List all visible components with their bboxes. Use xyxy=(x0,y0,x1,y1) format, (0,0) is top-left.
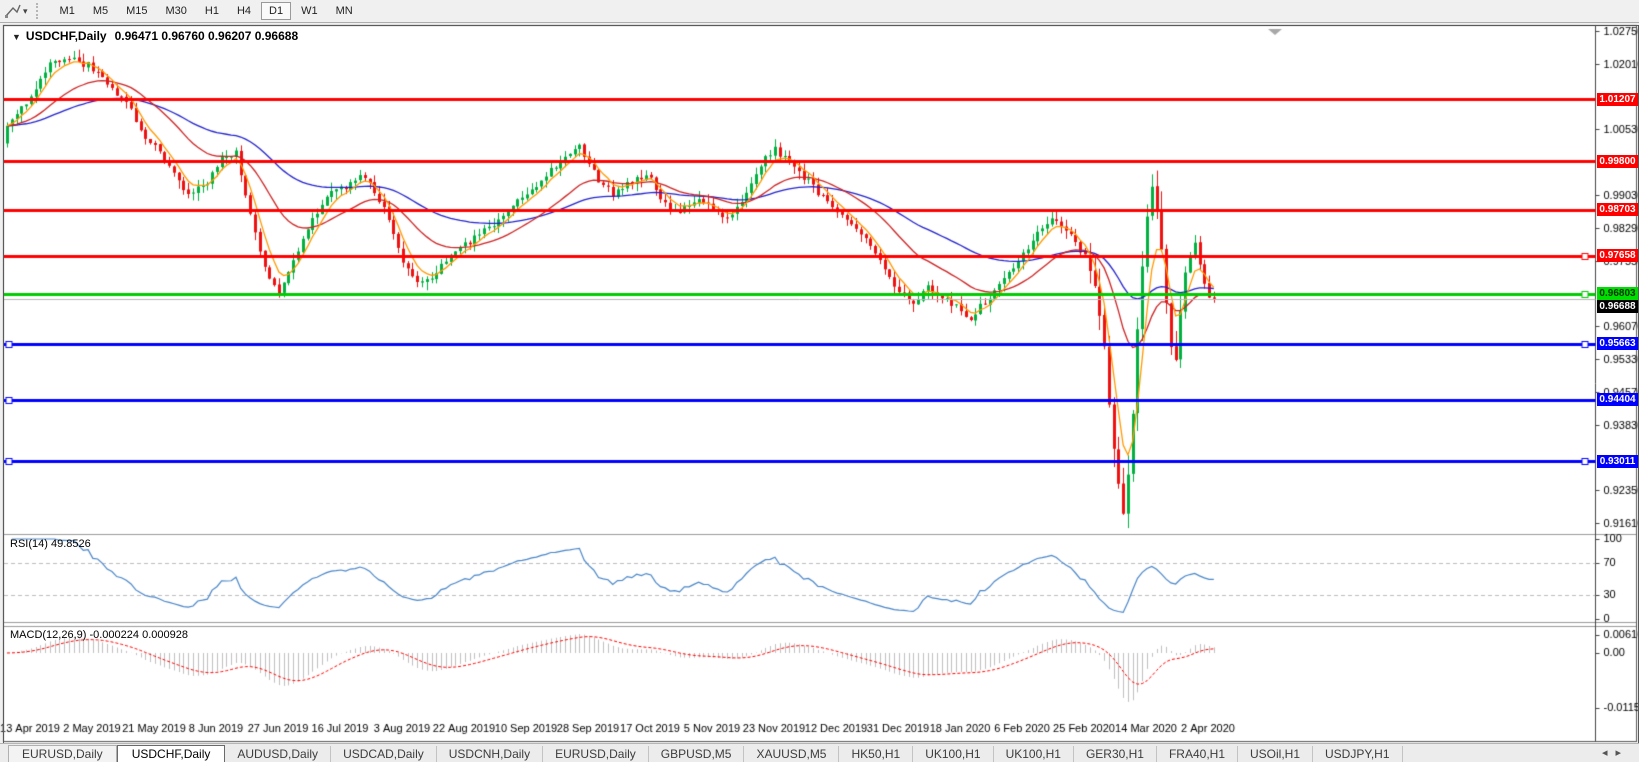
symbol-dropdown-icon[interactable]: ▼ xyxy=(12,32,21,42)
tab-usoil-h1[interactable]: USOil,H1 xyxy=(1238,745,1314,762)
price-badge-resistance: 0.97658 xyxy=(1597,249,1638,263)
tabs-scroll-right-icon[interactable]: ▸ xyxy=(1615,747,1629,759)
chart-canvas[interactable] xyxy=(0,0,1639,762)
tab-eurusd-daily-1[interactable]: EURUSD,Daily xyxy=(8,744,117,762)
timeframe-m30[interactable]: M30 xyxy=(158,2,195,20)
price-badge-resistance: 0.98703 xyxy=(1597,203,1638,217)
tab-audusd-daily[interactable]: AUDUSD,Daily xyxy=(225,745,332,762)
tool-dropdown-caret-icon[interactable]: ▾ xyxy=(23,6,28,17)
tab-gbpusd-m5[interactable]: GBPUSD,M5 xyxy=(649,745,745,762)
tab-usdjpy-h1[interactable]: USDJPY,H1 xyxy=(1313,745,1403,762)
tab-usdchf-daily[interactable]: USDCHF,Daily xyxy=(116,744,226,762)
rsi-indicator-label: RSI(14) 49.8526 xyxy=(10,538,91,550)
price-badge-current: 0.96688 xyxy=(1597,300,1638,314)
tabs-scroll-left-icon[interactable]: ◂ xyxy=(1602,747,1616,759)
ohlc-values: 0.96471 0.96760 0.96207 0.96688 xyxy=(114,29,299,43)
tab-uk100-h1-2[interactable]: UK100,H1 xyxy=(994,745,1074,762)
timeframe-d1[interactable]: D1 xyxy=(261,2,292,20)
tab-fra40-h1[interactable]: FRA40,H1 xyxy=(1157,745,1238,762)
timeframe-h4[interactable]: H4 xyxy=(229,2,259,20)
timeframe-mn[interactable]: MN xyxy=(328,2,361,20)
toolbar-grip-handle xyxy=(35,3,43,19)
tab-ger30-h1[interactable]: GER30,H1 xyxy=(1074,745,1157,762)
tab-usdcad-daily[interactable]: USDCAD,Daily xyxy=(331,745,437,762)
chart-title: ▼ USDCHF,Daily 0.96471 0.96760 0.96207 0.9… xyxy=(12,29,298,43)
mt4-terminal: { "toolbar": { "caret": "▾", "timeframes… xyxy=(0,0,1639,762)
price-badge-resistance: 1.01207 xyxy=(1597,92,1638,106)
timeframe-m15[interactable]: M15 xyxy=(118,2,155,20)
timeframe-w1[interactable]: W1 xyxy=(293,2,326,20)
timeframe-h1[interactable]: H1 xyxy=(197,2,227,20)
price-badge-pivot: 0.96803 xyxy=(1597,287,1638,301)
symbol-timeframe-label: USDCHF,Daily xyxy=(25,29,107,43)
price-badge-support: 0.94404 xyxy=(1597,393,1638,407)
tab-eurusd-daily-2[interactable]: EURUSD,Daily xyxy=(543,745,649,762)
chart-tab-bar: EURUSD,Daily USDCHF,Daily AUDUSD,Daily U… xyxy=(0,743,1639,762)
macd-indicator-label: MACD(12,26,9) -0.000224 0.000928 xyxy=(10,629,188,641)
tab-uk100-h1-1[interactable]: UK100,H1 xyxy=(913,745,994,762)
tab-usdcnh-daily[interactable]: USDCNH,Daily xyxy=(437,745,544,762)
timeframe-m5[interactable]: M5 xyxy=(85,2,116,20)
tab-xauusd-m5[interactable]: XAUUSD,M5 xyxy=(744,745,840,762)
tab-hk50-h1[interactable]: HK50,H1 xyxy=(839,745,914,762)
line-tool-icon[interactable] xyxy=(4,3,22,19)
price-badge-resistance: 0.99800 xyxy=(1597,154,1638,168)
timeframe-m1[interactable]: M1 xyxy=(52,2,83,20)
price-badge-support: 0.95663 xyxy=(1597,337,1638,351)
price-badge-support: 0.93011 xyxy=(1597,454,1638,468)
top-toolbar: ▾ M1 M5 M15 M30 H1 H4 D1 W1 MN xyxy=(0,0,1639,23)
